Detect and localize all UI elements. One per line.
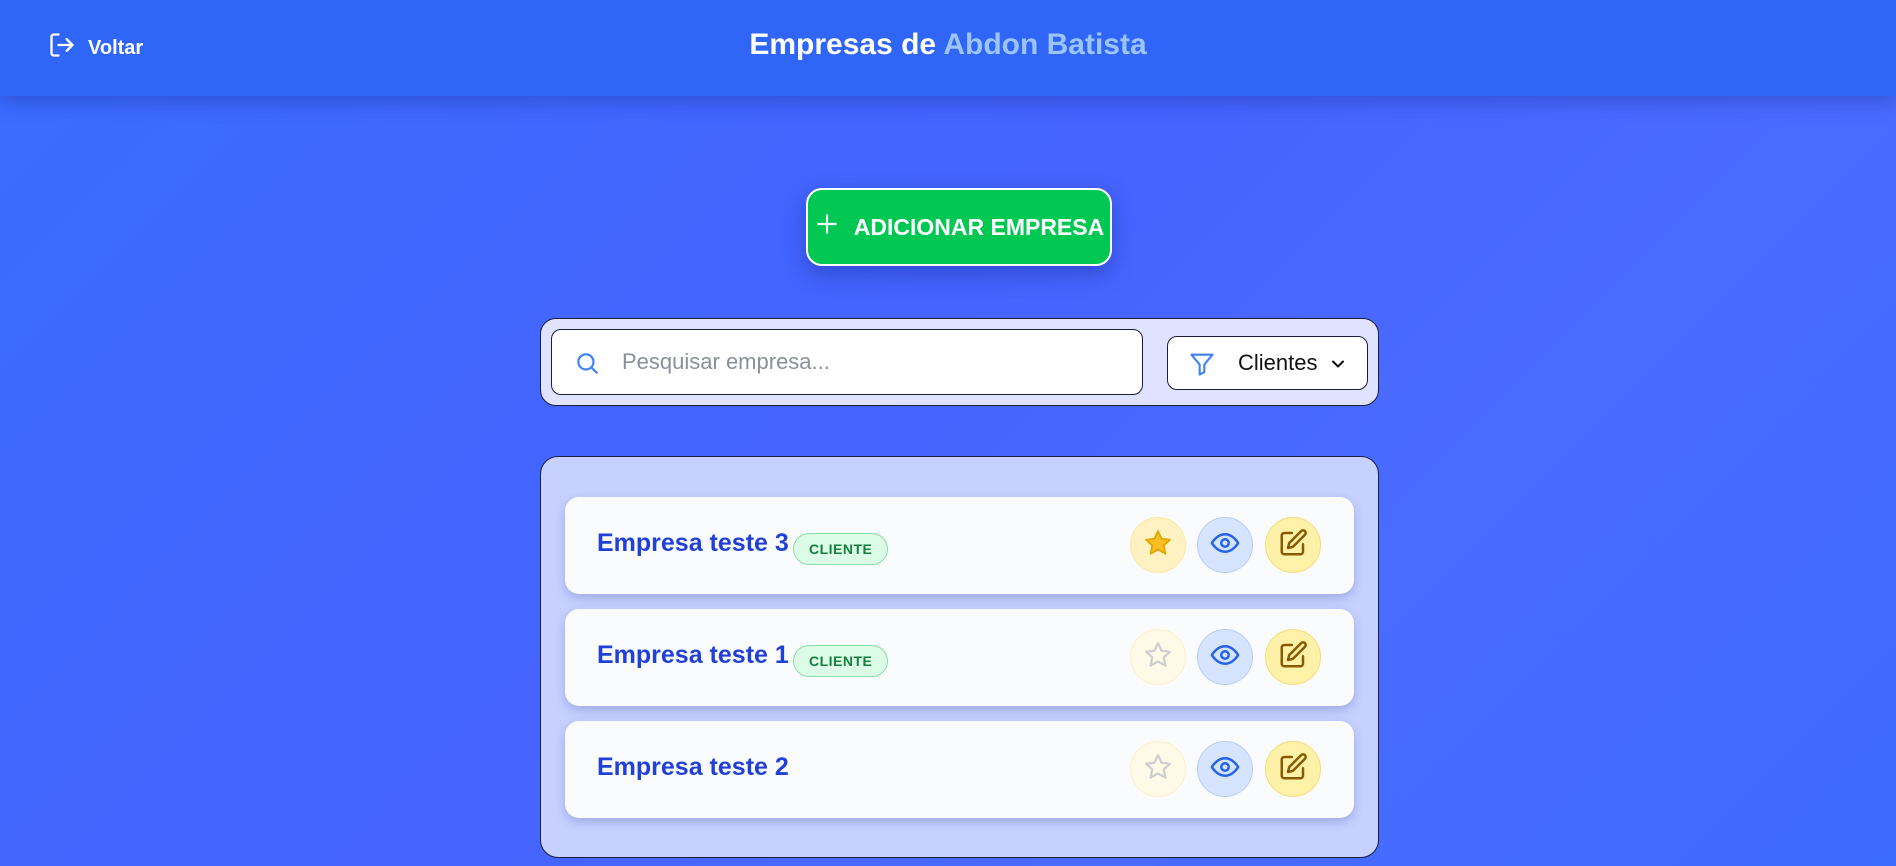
company-name[interactable]: Empresa teste 2	[597, 753, 789, 782]
company-list: Empresa teste 3 CLIENTE Empresa teste 1 …	[540, 456, 1379, 858]
view-button[interactable]	[1197, 741, 1253, 797]
eye-icon	[1210, 640, 1240, 675]
company-card: Empresa teste 2	[565, 721, 1354, 818]
edit-button[interactable]	[1265, 517, 1321, 573]
eye-icon	[1210, 528, 1240, 563]
favorite-button[interactable]	[1130, 517, 1186, 573]
title-prefix: Empresas de	[749, 28, 944, 61]
search-box	[551, 329, 1143, 395]
client-filter-select[interactable]: Clientes	[1167, 336, 1368, 390]
edit-button[interactable]	[1265, 629, 1321, 685]
add-company-button[interactable]: ADICIONAR EMPRESA	[806, 188, 1112, 266]
edit-icon	[1278, 640, 1308, 675]
edit-icon	[1278, 752, 1308, 787]
client-badge: CLIENTE	[793, 533, 889, 565]
add-company-label: ADICIONAR EMPRESA	[853, 213, 1105, 240]
view-button[interactable]	[1197, 629, 1253, 685]
favorite-button[interactable]	[1130, 629, 1186, 685]
search-filter-bar: Clientes	[540, 318, 1379, 406]
funnel-icon	[1188, 350, 1216, 378]
favorite-button[interactable]	[1130, 741, 1186, 797]
star-icon	[1143, 528, 1173, 563]
page-title: Empresas de Abdon Batista	[0, 28, 1896, 62]
eye-icon	[1210, 752, 1240, 787]
company-name[interactable]: Empresa teste 1	[597, 641, 789, 670]
search-input[interactable]	[622, 342, 1122, 382]
star-icon	[1143, 640, 1173, 675]
plus-icon	[814, 211, 840, 243]
company-card: Empresa teste 3 CLIENTE	[565, 497, 1354, 594]
title-owner-name: Abdon Batista	[943, 28, 1147, 61]
top-header: Voltar Empresas de Abdon Batista	[0, 0, 1896, 96]
client-badge: CLIENTE	[793, 645, 889, 677]
company-card: Empresa teste 1 CLIENTE	[565, 609, 1354, 706]
filter-selected-value: Clientes	[1238, 350, 1318, 375]
view-button[interactable]	[1197, 517, 1253, 573]
company-name[interactable]: Empresa teste 3	[597, 529, 789, 558]
chevron-down-icon	[1328, 354, 1348, 374]
edit-icon	[1278, 528, 1308, 563]
edit-button[interactable]	[1265, 741, 1321, 797]
star-icon	[1143, 752, 1173, 787]
